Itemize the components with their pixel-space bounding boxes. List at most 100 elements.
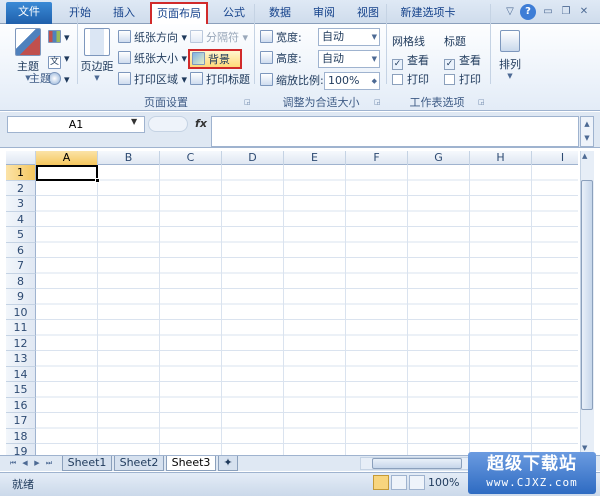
formula-bar-scroll[interactable]: ▲ ▼	[580, 116, 594, 147]
scale-input[interactable]: 100% ◆	[324, 72, 380, 90]
theme-colors-button[interactable]: ▾	[48, 29, 70, 47]
column-header[interactable]: B	[98, 151, 160, 165]
worksheet-grid[interactable]: A B C D E F G H I 1 2 3 4 5 6 7 8 9 10 11 12 13 14 15 1…	[6, 151, 578, 455]
minimize-window-icon[interactable]: ▭	[540, 4, 556, 20]
column-header[interactable]: F	[346, 151, 408, 165]
print-area-label: 打印区域	[134, 73, 178, 86]
vertical-scroll-thumb[interactable]	[581, 180, 593, 410]
tab-new[interactable]: 新建选项卡	[396, 3, 460, 24]
column-header[interactable]: C	[160, 151, 222, 165]
sheet-tab-active[interactable]: Sheet3	[166, 456, 216, 471]
column-header[interactable]: E	[284, 151, 346, 165]
theme-fonts-button[interactable]: 文 ▾	[48, 50, 70, 69]
row-header[interactable]: 13	[6, 351, 36, 367]
formula-input[interactable]	[211, 116, 579, 147]
column-header[interactable]: H	[470, 151, 532, 165]
page-layout-view-icon[interactable]	[391, 475, 407, 490]
tab-home[interactable]: 开始	[60, 3, 100, 24]
normal-view-icon[interactable]	[373, 475, 389, 490]
page-setup-launcher-icon[interactable]: ◲	[244, 98, 252, 106]
close-window-icon[interactable]: ✕	[576, 4, 592, 20]
column-header[interactable]: D	[222, 151, 284, 165]
arrange-icon	[500, 30, 520, 52]
background-button[interactable]: 背景	[188, 49, 242, 69]
width-label-text: 宽度:	[276, 31, 302, 44]
tab-file[interactable]: 文件	[6, 2, 52, 24]
page-break-view-icon[interactable]	[409, 475, 425, 490]
margins-button[interactable]: 页边距 ▼	[80, 28, 114, 82]
prev-sheet-icon[interactable]: ◀	[20, 457, 30, 469]
row-header[interactable]: 4	[6, 211, 36, 227]
sheet-tab[interactable]: Sheet2	[114, 456, 164, 471]
tab-data[interactable]: 数据	[260, 3, 300, 24]
scroll-down-icon[interactable]: ▼	[582, 444, 587, 452]
height-select[interactable]: 自动 ▼	[318, 50, 380, 68]
height-label-text: 高度:	[276, 52, 302, 65]
checkbox-checked-icon: ✓	[392, 59, 403, 70]
name-box[interactable]: A1	[7, 116, 145, 133]
tab-insert[interactable]: 插入	[104, 3, 144, 24]
scale-icon	[260, 73, 273, 86]
row-header[interactable]: 2	[6, 180, 36, 196]
width-select[interactable]: 自动 ▼	[318, 28, 380, 46]
zoom-level[interactable]: 100%	[428, 476, 459, 489]
tab-view[interactable]: 视图	[348, 3, 388, 24]
breaks-button[interactable]: 分隔符 ▾	[190, 29, 248, 47]
row-header[interactable]: 16	[6, 397, 36, 413]
gridlines-print-checkbox[interactable]: 打印	[392, 71, 429, 89]
first-sheet-icon[interactable]: ⏮	[8, 457, 18, 469]
tab-formulas[interactable]: 公式	[214, 3, 254, 24]
row-header[interactable]: 14	[6, 366, 36, 382]
row-header[interactable]: 15	[6, 382, 36, 398]
last-sheet-icon[interactable]: ⏭	[44, 457, 54, 469]
restore-window-icon[interactable]: ❐	[558, 4, 574, 20]
sheet-tab[interactable]: Sheet1	[62, 456, 112, 471]
help-icon[interactable]: ?	[520, 4, 536, 20]
row-header[interactable]: 12	[6, 335, 36, 351]
row-header[interactable]: 10	[6, 304, 36, 320]
background-label: 背景	[208, 53, 230, 66]
print-area-button[interactable]: 打印区域 ▾	[118, 71, 187, 89]
scale-launcher-icon[interactable]: ◲	[374, 98, 382, 106]
next-sheet-icon[interactable]: ▶	[32, 457, 42, 469]
headings-header: 标题	[444, 35, 466, 48]
column-header[interactable]: G	[408, 151, 470, 165]
row-header[interactable]: 5	[6, 227, 36, 243]
tab-page-layout[interactable]: 页面布局	[150, 2, 208, 25]
fill-handle[interactable]	[95, 178, 100, 183]
size-button[interactable]: 纸张大小 ▾	[118, 50, 187, 68]
column-header[interactable]: I	[532, 151, 578, 165]
horizontal-scroll-thumb[interactable]	[372, 458, 462, 469]
width-icon	[260, 30, 273, 43]
tab-review[interactable]: 审阅	[304, 3, 344, 24]
cell-area[interactable]	[36, 165, 578, 455]
scroll-up-icon[interactable]: ▲	[582, 152, 587, 160]
sheet-options-launcher-icon[interactable]: ◲	[478, 98, 486, 106]
minimize-ribbon-icon[interactable]: ▽	[502, 4, 518, 20]
insert-function-button[interactable]: fx	[192, 116, 210, 132]
spinner-icon[interactable]: ◆	[372, 73, 377, 89]
background-image-icon	[192, 52, 205, 65]
column-header[interactable]: A	[36, 151, 98, 165]
row-header[interactable]: 9	[6, 289, 36, 305]
select-all-corner[interactable]	[6, 151, 36, 165]
chevron-down-icon[interactable]: ▼	[131, 117, 137, 126]
row-header[interactable]: 8	[6, 273, 36, 289]
arrange-button[interactable]: 排列 ▼	[494, 30, 526, 80]
row-header[interactable]: 1	[6, 165, 36, 181]
orientation-button[interactable]: 纸张方向 ▾	[118, 29, 187, 47]
breaks-label: 分隔符	[206, 31, 239, 44]
row-header[interactable]: 6	[6, 242, 36, 258]
headings-view-checkbox[interactable]: ✓ 查看	[444, 52, 481, 70]
gridlines-view-checkbox[interactable]: ✓ 查看	[392, 52, 429, 70]
active-cell[interactable]	[36, 165, 98, 181]
headings-print-checkbox[interactable]: 打印	[444, 71, 481, 89]
insert-sheet-icon[interactable]: ✦	[218, 456, 238, 471]
row-header[interactable]: 18	[6, 428, 36, 444]
row-header[interactable]: 11	[6, 320, 36, 336]
row-header[interactable]: 7	[6, 258, 36, 274]
row-header[interactable]: 19	[6, 444, 36, 455]
row-header[interactable]: 3	[6, 196, 36, 212]
print-titles-button[interactable]: 打印标题	[190, 71, 250, 89]
row-header[interactable]: 17	[6, 413, 36, 429]
